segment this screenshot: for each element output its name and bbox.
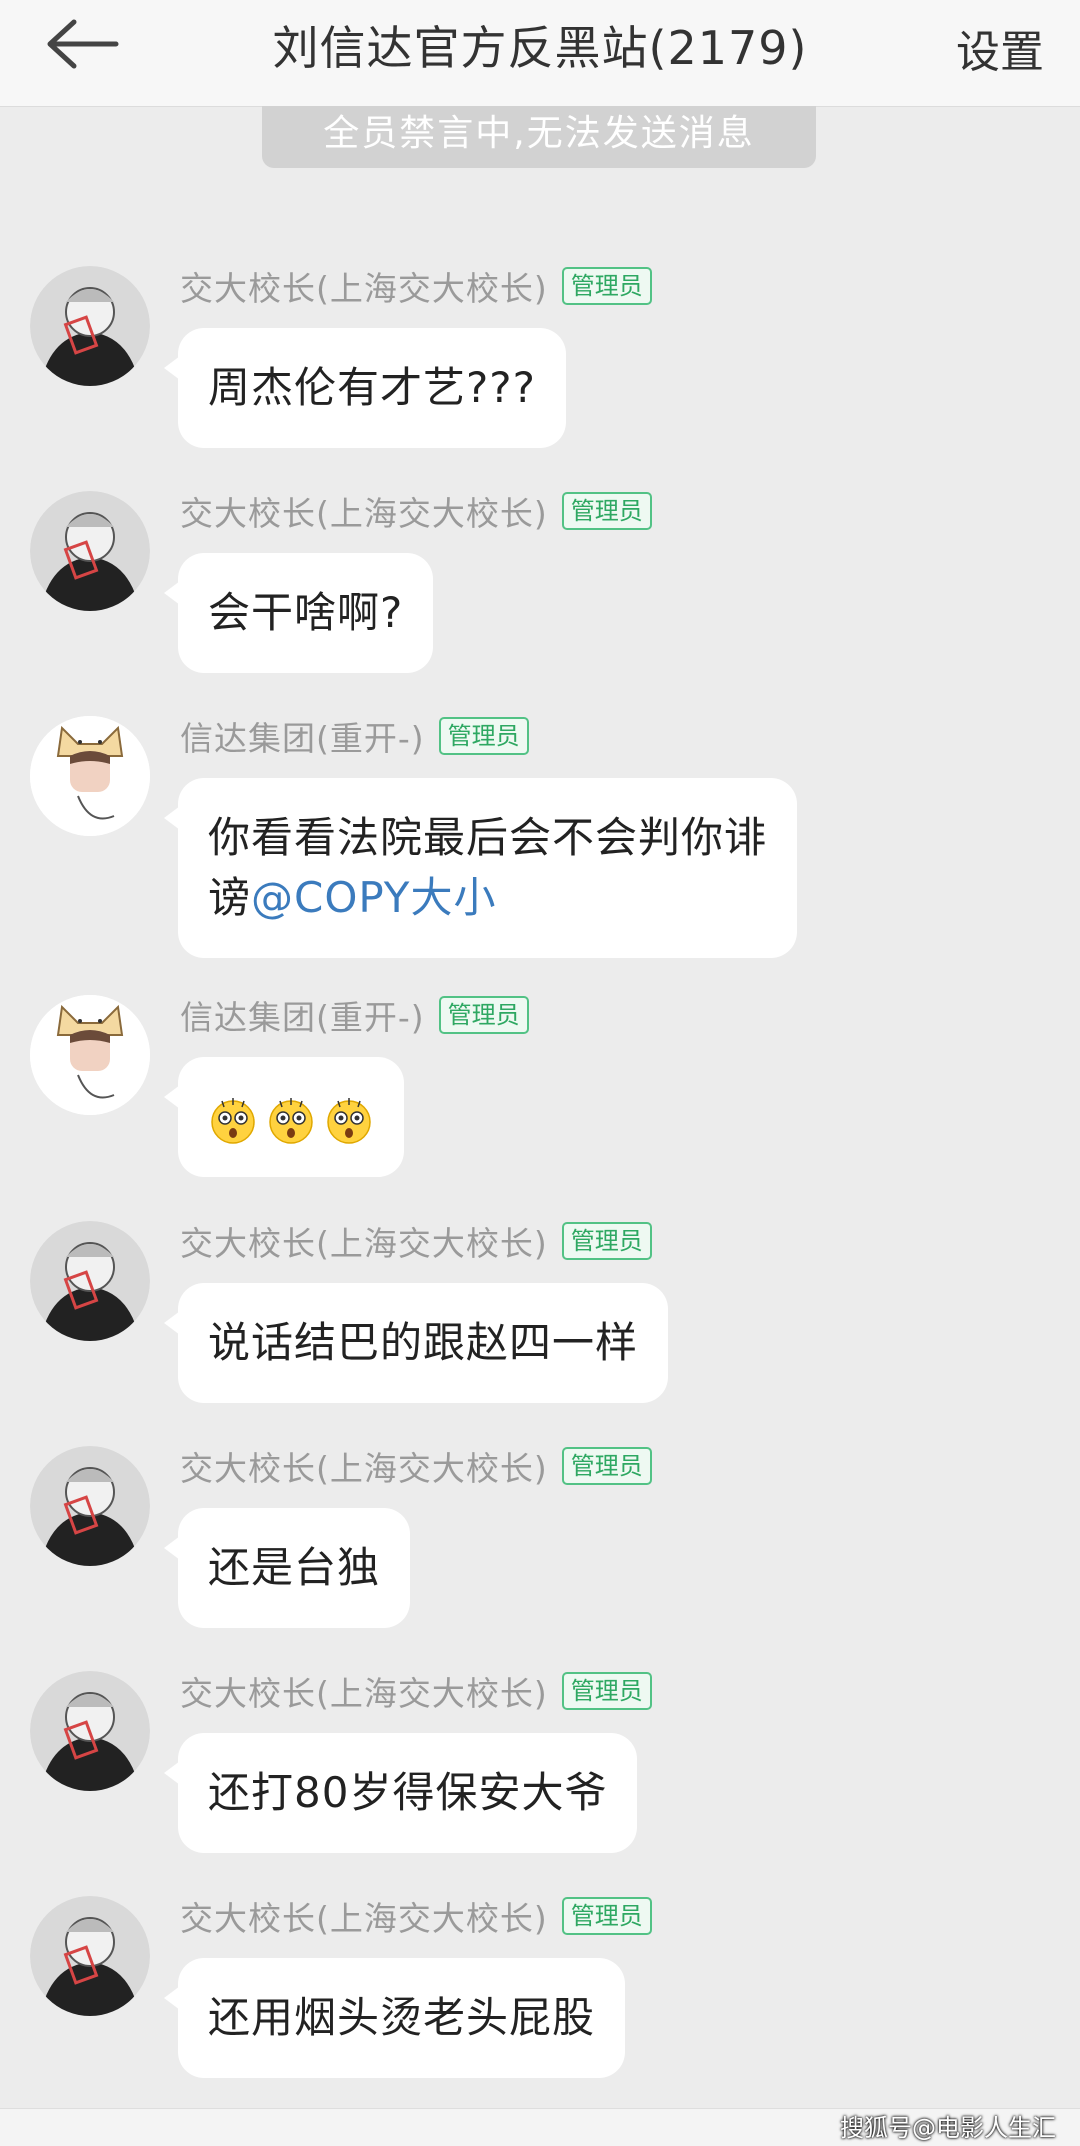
sender-name: 交大校长(上海交大校长)	[180, 1224, 548, 1263]
sender-name: 交大校长(上海交大校长)	[180, 1899, 548, 1938]
message-bubble[interactable]: 你看看法院最后会不会判你诽 谤@COPY大小	[163, 778, 798, 958]
elder-portrait-avatar	[30, 1446, 150, 1566]
message-bubble[interactable]: 会干啥啊?	[163, 553, 434, 673]
elder-portrait-avatar	[30, 1896, 150, 2016]
admin-badge: 管理员	[561, 1897, 652, 1935]
elder-portrait-avatar	[30, 491, 150, 611]
avatar[interactable]	[30, 995, 150, 1115]
admin-badge: 管理员	[561, 267, 652, 305]
sender-name: 交大校长(上海交大校长)	[180, 1449, 548, 1488]
message-bubble[interactable]: 周杰伦有才艺???	[164, 328, 566, 448]
message-bubble[interactable]: 说话结巴的跟赵四一样	[163, 1283, 669, 1403]
message-list[interactable]: 交大校长(上海交大校长) 管理员 周杰伦有才艺??? 交大校长(上海交大校长) …	[0, 260, 1080, 2115]
admin-badge: 管理员	[561, 492, 652, 530]
avatar[interactable]	[30, 716, 150, 836]
elder-portrait-avatar	[30, 266, 150, 386]
sender-name: 交大校长(上海交大校长)	[180, 1674, 548, 1713]
sender-name: 交大校长(上海交大校长)	[180, 494, 548, 533]
message-item: 信达集团(重开-) 管理员 你看看法院最后会不会判你诽 谤@COPY大小	[0, 710, 1080, 989]
avatar[interactable]	[30, 1671, 150, 1791]
admin-badge: 管理员	[438, 996, 529, 1034]
elder-portrait-avatar	[30, 1221, 150, 1341]
mute-banner: 全员禁言中,无法发送消息	[262, 106, 816, 168]
avatar[interactable]	[30, 1446, 150, 1566]
mention-link[interactable]: @COPY大小	[251, 873, 496, 922]
watermark: 搜狐号@电影人生汇	[840, 2114, 1056, 2142]
elder-portrait-avatar	[30, 1671, 150, 1791]
message-bubble[interactable]: 还是台独	[163, 1508, 411, 1628]
avatar[interactable]	[30, 1221, 150, 1341]
message-item: 交大校长(上海交大校长) 管理员 还打80岁得保安大爷	[0, 1665, 1080, 1890]
message-item: 交大校长(上海交大校长) 管理员 还用烟头烫老头屁股	[0, 1890, 1080, 2115]
settings-button[interactable]: 设置	[956, 16, 1044, 80]
message-text-line: 谤	[208, 873, 252, 922]
cat-hat-boy-avatar	[30, 716, 150, 836]
cat-hat-boy-avatar	[30, 995, 150, 1115]
message-item: 交大校长(上海交大校长) 管理员 周杰伦有才艺???	[0, 260, 1080, 485]
message-item: 交大校长(上海交大校长) 管理员 会干啥啊?	[0, 485, 1080, 710]
sender-name: 交大校长(上海交大校长)	[180, 269, 548, 308]
message-item: 交大校长(上海交大校长) 管理员 还是台独	[0, 1440, 1080, 1665]
sender-name: 信达集团(重开-)	[180, 719, 425, 758]
message-bubble[interactable]	[164, 1057, 404, 1177]
message-item: 交大校长(上海交大校长) 管理员 说话结巴的跟赵四一样	[0, 1215, 1080, 1440]
top-bar: 刘信达官方反黑站(2179) 设置	[0, 0, 1080, 107]
group-title: 刘信达官方反黑站(2179)	[272, 21, 808, 75]
avatar[interactable]	[30, 491, 150, 611]
admin-badge: 管理员	[438, 717, 529, 755]
astonished-face-icon	[269, 1098, 313, 1144]
astonished-face-icon	[211, 1098, 255, 1144]
message-item: 信达集团(重开-) 管理员	[0, 989, 1080, 1215]
admin-badge: 管理员	[561, 1222, 652, 1260]
message-bubble[interactable]: 还用烟头烫老头屁股	[163, 1958, 626, 2078]
admin-badge: 管理员	[561, 1447, 652, 1485]
sender-name: 信达集团(重开-)	[180, 998, 425, 1037]
avatar[interactable]	[30, 1896, 150, 2016]
astonished-face-icon	[327, 1098, 371, 1144]
admin-badge: 管理员	[561, 1672, 652, 1710]
message-bubble[interactable]: 还打80岁得保安大爷	[163, 1733, 638, 1853]
avatar[interactable]	[30, 266, 150, 386]
message-text-line: 你看看法院最后会不会判你诽	[208, 813, 768, 862]
